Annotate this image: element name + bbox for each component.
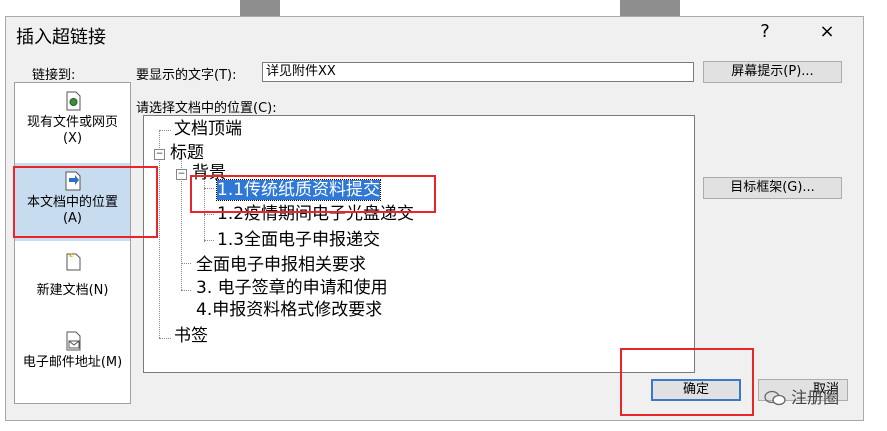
background-strip xyxy=(240,0,280,16)
link-item-new-document[interactable]: 新建文档(N) xyxy=(15,243,130,321)
wechat-icon xyxy=(764,390,786,406)
tree-item[interactable]: 全面电子申报相关要求 xyxy=(196,256,366,274)
tree-connector xyxy=(159,130,171,131)
tree-connector xyxy=(181,263,191,264)
link-item-label: 新建文档(N) xyxy=(36,283,109,298)
tree-connector xyxy=(159,130,160,338)
dialog-title: 插入超链接 xyxy=(16,27,106,48)
tree-connector xyxy=(159,338,171,339)
annotation-box xyxy=(190,175,436,213)
tree-connector xyxy=(181,290,191,291)
target-frame-button[interactable]: 目标框架(G)... xyxy=(703,177,842,199)
link-item-label: 电子邮件地址(M) xyxy=(22,355,123,370)
help-button[interactable]: ? xyxy=(750,21,780,42)
link-to-bar: 现有文件或网页(X) 本文档中的位置(A) 新建文档(N) 电子邮件地址(M) xyxy=(14,82,131,404)
link-item-email[interactable]: 电子邮件地址(M) xyxy=(15,323,130,401)
web-page-icon xyxy=(66,91,80,111)
tree-item[interactable]: 书签 xyxy=(174,327,208,345)
tree-connector xyxy=(204,214,214,215)
tree-item[interactable]: 1.3全面电子申报递交 xyxy=(217,231,380,249)
background-strip xyxy=(620,0,680,16)
collapse-icon[interactable]: − xyxy=(154,149,165,160)
link-item-existing-file[interactable]: 现有文件或网页(X) xyxy=(15,83,130,161)
tree-connector xyxy=(204,240,214,241)
location-label: 请选择文档中的位置(C): xyxy=(136,101,277,116)
watermark: 注册圈 xyxy=(764,384,839,408)
tree-item[interactable]: 标题 xyxy=(170,144,204,162)
email-icon xyxy=(66,331,80,351)
link-item-label: 现有文件或网页(X) xyxy=(26,115,118,146)
collapse-icon[interactable]: − xyxy=(176,169,187,180)
tree-item[interactable]: 3. 电子签章的申请和使用 xyxy=(196,279,388,297)
link-to-label: 链接到: xyxy=(32,68,76,83)
annotation-box xyxy=(13,166,158,238)
tree-item[interactable]: 文档顶端 xyxy=(174,120,242,138)
annotation-box xyxy=(620,348,754,416)
display-text-input[interactable]: 详见附件XX xyxy=(262,62,694,82)
display-text-label: 要显示的文字(T): xyxy=(136,68,237,83)
location-tree[interactable]: − − 文档顶端 标题 背景 1.1传统纸质资料提交 1.2疫情期间电子光盘递交… xyxy=(143,115,695,373)
tree-item[interactable]: 4.申报资料格式修改要求 xyxy=(196,301,382,319)
screentip-button[interactable]: 屏幕提示(P)... xyxy=(703,61,842,83)
new-document-icon xyxy=(66,252,80,271)
close-button[interactable]: × xyxy=(812,21,842,42)
